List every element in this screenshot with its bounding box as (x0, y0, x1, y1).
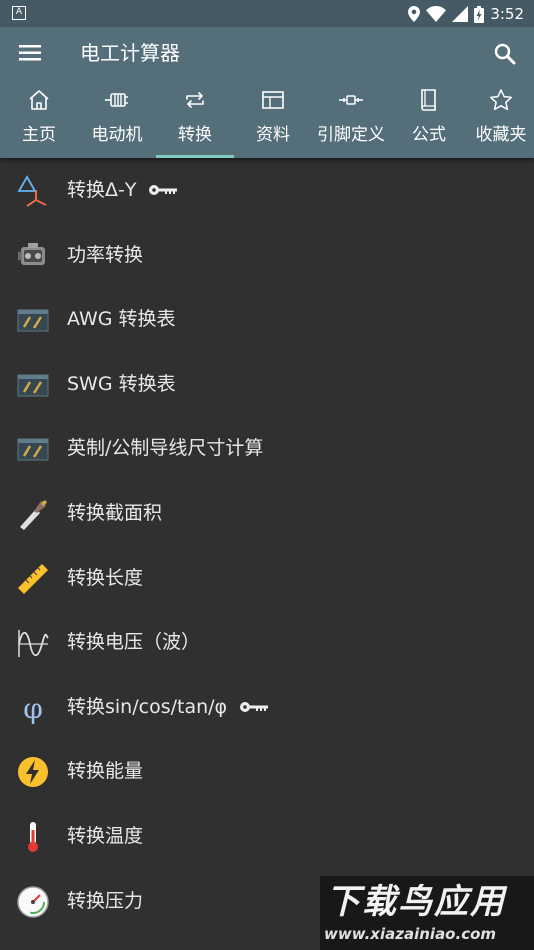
engine-icon (18, 242, 45, 265)
status-icons: 3:52 (408, 2, 524, 26)
list-item-energy[interactable]: 转换能量 (0, 739, 534, 804)
wire-table-icon (17, 438, 49, 461)
watermark-url: www.xiazainiao.com (324, 925, 497, 943)
list-item-label: 功率转换 (67, 242, 143, 268)
menu-button[interactable] (14, 40, 48, 66)
list-item-label: AWG 转换表 (67, 306, 176, 332)
tab-formulas[interactable]: 公式 (390, 86, 468, 158)
app-title: 电工计算器 (80, 41, 180, 65)
list-item-swg-table[interactable]: SWG 转换表 (0, 352, 534, 417)
table-icon (262, 91, 284, 109)
search-button[interactable] (490, 39, 520, 69)
watermark-title: 下载鸟应用 (326, 882, 506, 922)
list-item-text: 功率转换 (67, 243, 144, 266)
cell-signal-icon (452, 6, 469, 22)
hamburger-menu-icon (19, 45, 41, 61)
tab-bar: 主页 电动机 转换 资料 引脚定义 公式 收藏夹 (0, 86, 534, 158)
list-item-text: 转换能量 (67, 760, 144, 783)
list-item-power-convert[interactable]: 功率转换 (0, 223, 534, 288)
book-icon (421, 89, 436, 111)
key-icon (240, 701, 269, 712)
list-item-text: 英制/公制导线尺寸计算 (67, 437, 264, 460)
tab-label: 转换 (178, 125, 212, 145)
tab-label: 主页 (22, 125, 56, 145)
wifi-icon (426, 6, 447, 22)
tab-convert[interactable]: 转换 (156, 86, 234, 158)
list-item-length[interactable]: 转换长度 (0, 546, 534, 611)
list-item-text: 转换长度 (67, 566, 144, 589)
list-item-text: 转换压力 (67, 889, 144, 912)
list-item-label: 转换长度 (67, 565, 143, 591)
list-item-label: 转换sin/cos/tan/φ (67, 694, 269, 720)
list-item-text: SWG 转换表 (67, 372, 176, 395)
list-item-text: AWG 转换表 (67, 308, 176, 331)
list-item-delta-y[interactable]: 转换Δ-Y (0, 158, 534, 223)
tab-label: 电动机 (91, 125, 143, 145)
list-item-text: 转换温度 (67, 824, 144, 847)
app-bar: 电工计算器 主页 电动机 转换 资料 引脚定义 公式 收藏夹 (0, 27, 534, 158)
tab-motor[interactable]: 电动机 (78, 86, 156, 158)
list-item-temperature[interactable]: 转换温度 (0, 804, 534, 869)
list-item-label: 英制/公制导线尺寸计算 (67, 435, 263, 461)
tab-home[interactable]: 主页 (0, 86, 78, 158)
list-item-text: 转换截面积 (67, 501, 163, 524)
list-item-label: 转换Δ-Y (67, 177, 178, 203)
list-item-imperial-metric-wire[interactable]: 英制/公制导线尺寸计算 (0, 416, 534, 481)
list-item-label: SWG 转换表 (67, 371, 176, 397)
list-item-label: 转换温度 (67, 823, 143, 849)
search-icon (494, 43, 516, 65)
watermark: 下载鸟应用 www.xiazainiao.com (320, 876, 534, 950)
list-item-voltage-wave[interactable]: 转换电压（波） (0, 610, 534, 675)
svg-text:φ: φ (23, 692, 43, 725)
cable-cross-section-icon (20, 500, 47, 530)
location-icon (408, 6, 421, 22)
thermometer-icon (28, 821, 38, 852)
ruler-icon (18, 563, 48, 594)
list-item-text: 转换Δ-Y (67, 179, 137, 201)
tab-favorites[interactable]: 收藏夹 (468, 86, 534, 158)
tab-label: 引脚定义 (317, 125, 385, 145)
sine-wave-icon (18, 630, 49, 658)
connector-icon (339, 95, 363, 105)
convert-list: 转换Δ-Y 功率转换 AWG 转换表 SWG 转换表 英制/公制导线尺寸计算 转… (0, 158, 534, 933)
battery-charging-icon (474, 5, 485, 23)
lightning-icon (18, 757, 48, 788)
list-item-text: 转换电压（波） (67, 631, 201, 654)
list-item-text: 转换sin/cos/tan/φ (67, 695, 228, 718)
phi-icon: φ (23, 692, 43, 725)
list-item-cross-section[interactable]: 转换截面积 (0, 481, 534, 546)
tab-label: 收藏夹 (475, 125, 527, 145)
key-icon (149, 185, 178, 195)
list-item-label: 转换电压（波） (67, 629, 200, 655)
delta-star-icon (17, 175, 47, 207)
gauge-icon (17, 885, 49, 918)
star-icon (489, 89, 513, 111)
notification-app-icon: A (12, 6, 26, 20)
tab-data[interactable]: 资料 (234, 86, 312, 158)
convert-icon (186, 92, 204, 108)
home-icon (29, 90, 49, 110)
status-time: 3:52 (490, 5, 524, 23)
list-item-trig[interactable]: φ 转换sin/cos/tan/φ (0, 675, 534, 740)
tab-pinout[interactable]: 引脚定义 (312, 86, 390, 158)
wire-table-icon (17, 309, 49, 332)
list-item-awg-table[interactable]: AWG 转换表 (0, 287, 534, 352)
motor-icon (105, 93, 128, 107)
wire-table-icon (17, 374, 49, 397)
status-bar: A 3:52 (0, 0, 534, 27)
tab-label: 资料 (256, 125, 290, 145)
list-item-label: 转换能量 (67, 758, 143, 784)
list-item-label: 转换压力 (67, 888, 143, 914)
list-item-label: 转换截面积 (67, 500, 162, 526)
tab-label: 公式 (412, 125, 446, 145)
